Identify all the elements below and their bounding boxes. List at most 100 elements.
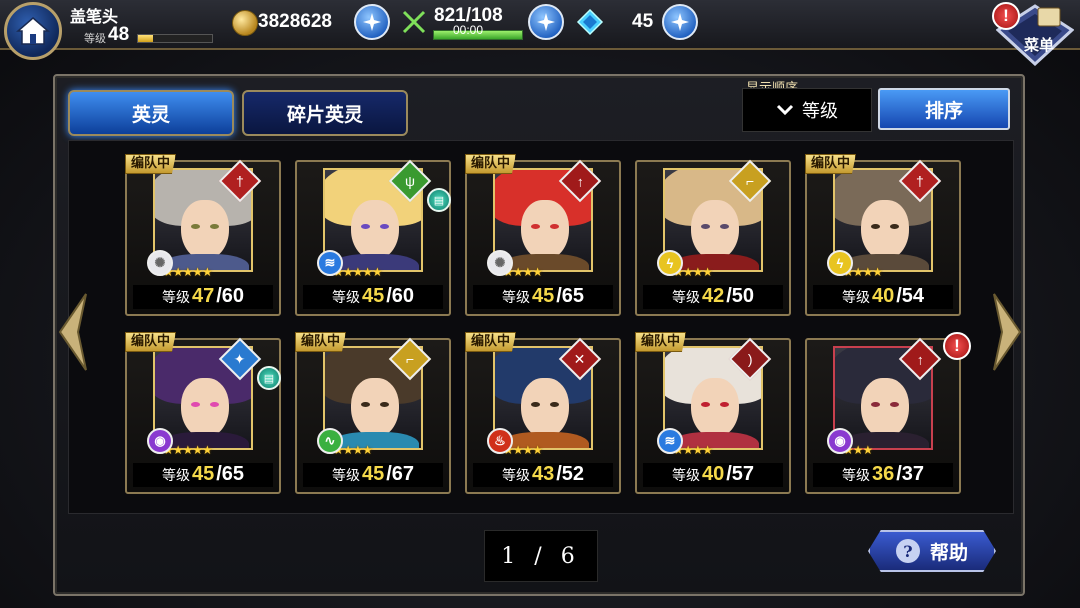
hero-face — [861, 200, 909, 260]
hero-card[interactable]: ★★★★★ ✺ † 编队中 等级 47 /60 — [125, 154, 281, 316]
page-indicator: 1 / 6 — [484, 530, 598, 582]
hero-level-box: 等级 42 /50 — [643, 285, 783, 309]
hero-card[interactable]: ★★★★ ϟ † 编队中 等级 40 /54 — [805, 154, 961, 316]
hero-max-level: /60 — [216, 285, 245, 307]
chevron-down-icon — [776, 104, 794, 116]
in-team-badge: 编队中 — [125, 332, 177, 352]
hero-eye — [701, 402, 710, 407]
hero-level-label: 等级 — [671, 468, 700, 484]
hero-card[interactable]: ★★★ ◉ ↑ ! 等级 36 /37 — [805, 332, 971, 494]
stamina-timer: 00:00 — [453, 23, 484, 37]
hero-level-label: 等级 — [161, 290, 190, 306]
plus-icon — [671, 13, 689, 31]
hero-eye — [701, 224, 710, 229]
hero-eye — [191, 224, 200, 229]
hero-eye — [550, 224, 559, 229]
sort-button[interactable]: 排序 — [878, 88, 1010, 130]
hero-level: 42 — [701, 285, 725, 307]
hero-card[interactable]: ★★★★ ϟ ⌐ 等级 42 /50 — [635, 159, 791, 316]
add-gold-button[interactable] — [354, 4, 390, 40]
hero-level-box: 等级 36 /37 — [813, 463, 953, 487]
hero-level-box: 等级 47 /60 — [133, 285, 273, 309]
element-thunder-icon: ϟ — [827, 250, 853, 276]
question-icon: ? — [895, 539, 920, 563]
element-water-icon: ≋ — [657, 428, 683, 454]
element-water-icon: ≋ — [317, 250, 343, 276]
hero-card[interactable]: ★★★★ ♨ ✕ 编队中 等级 43 /52 — [465, 332, 621, 494]
hero-card[interactable]: ★★★★★ ≋ ψ ▤ 等级 45 /60 — [295, 159, 451, 316]
hero-eye — [890, 402, 899, 407]
hero-eye — [871, 402, 880, 407]
hero-face — [521, 200, 569, 260]
add-crystal-button[interactable] — [662, 4, 698, 40]
sort-order-select[interactable]: 等级 — [742, 88, 872, 132]
hero-level-label: 等级 — [671, 290, 700, 306]
previous-page-arrow[interactable] — [56, 292, 90, 372]
hero-face — [861, 378, 909, 438]
hero-max-level: /65 — [216, 463, 245, 485]
in-team-badge: 编队中 — [465, 332, 517, 352]
add-stamina-button[interactable] — [528, 4, 564, 40]
crystal-amount: 45 — [632, 11, 654, 32]
element-light-icon: ✺ — [147, 250, 173, 276]
in-team-badge: 编队中 — [465, 154, 517, 174]
hero-eye — [720, 402, 729, 407]
plus-icon — [363, 13, 381, 31]
hero-level-box: 等级 45 /65 — [473, 285, 613, 309]
hero-eye — [871, 224, 880, 229]
hero-card[interactable]: ★★★★ ≋ ) 编队中 等级 40 /57 — [635, 332, 791, 494]
player-level-label: 等级 — [84, 33, 106, 45]
tab-hero-fragments[interactable]: 碎片英灵 — [242, 90, 408, 136]
in-team-badge: 编队中 — [295, 332, 347, 352]
hero-level: 45 — [361, 285, 385, 307]
crossed-swords-icon — [402, 10, 426, 34]
element-wind-icon: ∿ — [317, 428, 343, 454]
hero-level: 47 — [191, 285, 215, 307]
home-button[interactable] — [4, 2, 62, 60]
hero-face — [351, 378, 399, 438]
hero-eye — [531, 402, 540, 407]
element-dark-icon: ◉ — [147, 428, 173, 454]
hero-max-level: /57 — [726, 463, 755, 485]
hero-level-label: 等级 — [331, 290, 360, 306]
hero-eye — [191, 402, 200, 407]
hero-face — [351, 200, 399, 260]
home-icon — [16, 17, 50, 45]
hero-card[interactable]: ★★★★★ ◉ ✦ ▤ 编队中 等级 45 /65 — [125, 332, 281, 494]
hero-max-level: /60 — [386, 285, 415, 307]
hero-level: 40 — [871, 285, 895, 307]
hero-level-label: 等级 — [501, 468, 530, 484]
exp-bar-fill — [138, 35, 153, 42]
hero-eye — [210, 402, 219, 407]
help-label: 帮助 — [929, 541, 968, 564]
hero-card[interactable]: ★★★★ ✺ ↑ 编队中 等级 45 /65 — [465, 154, 621, 316]
element-fire-icon: ♨ — [487, 428, 513, 454]
plus-icon — [537, 13, 555, 31]
in-team-badge: 编队中 — [125, 154, 177, 174]
help-button[interactable]: ? 帮助 — [868, 530, 996, 572]
gold-amount: 3828628 — [258, 11, 332, 32]
hero-level-label: 等级 — [331, 468, 360, 484]
hero-eye — [531, 224, 540, 229]
hero-card[interactable]: ★★★★ ∿ ⌐ 编队中 等级 45 /67 — [295, 332, 451, 494]
hero-eye — [720, 224, 729, 229]
hero-eye — [890, 224, 899, 229]
hero-level-label: 等级 — [841, 290, 870, 306]
hero-face — [691, 378, 739, 438]
exp-bar — [137, 34, 213, 43]
next-page-arrow[interactable] — [990, 292, 1024, 372]
hero-max-level: /37 — [896, 463, 925, 485]
hero-face — [691, 200, 739, 260]
hero-eye — [361, 402, 370, 407]
tab-heroes[interactable]: 英灵 — [68, 90, 234, 136]
hero-max-level: /50 — [726, 285, 755, 307]
hero-eye — [210, 224, 219, 229]
in-team-badge: 编队中 — [635, 332, 687, 352]
hero-level: 45 — [361, 463, 385, 485]
hero-max-level: /52 — [556, 463, 585, 485]
hero-max-level: /65 — [556, 285, 585, 307]
hero-level: 45 — [531, 285, 555, 307]
book-icon: ▤ — [257, 366, 281, 390]
hero-face — [181, 200, 229, 260]
crystal-icon — [576, 8, 604, 36]
